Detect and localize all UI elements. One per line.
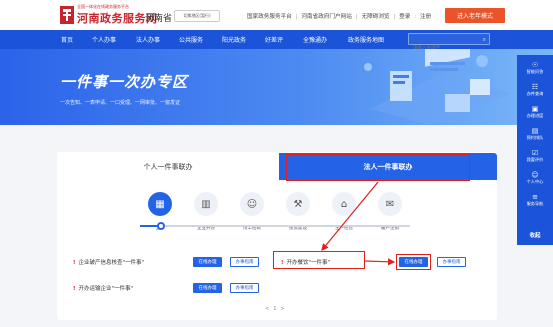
arrow-item-to-button bbox=[364, 258, 396, 266]
arrow-tab-to-item bbox=[321, 181, 379, 251]
annotation-arrows bbox=[321, 181, 396, 266]
page: 全国一体化在线政务服务平台 河南政务服务网 河南省 切换地区(暂行) 国家政务服… bbox=[0, 0, 553, 327]
